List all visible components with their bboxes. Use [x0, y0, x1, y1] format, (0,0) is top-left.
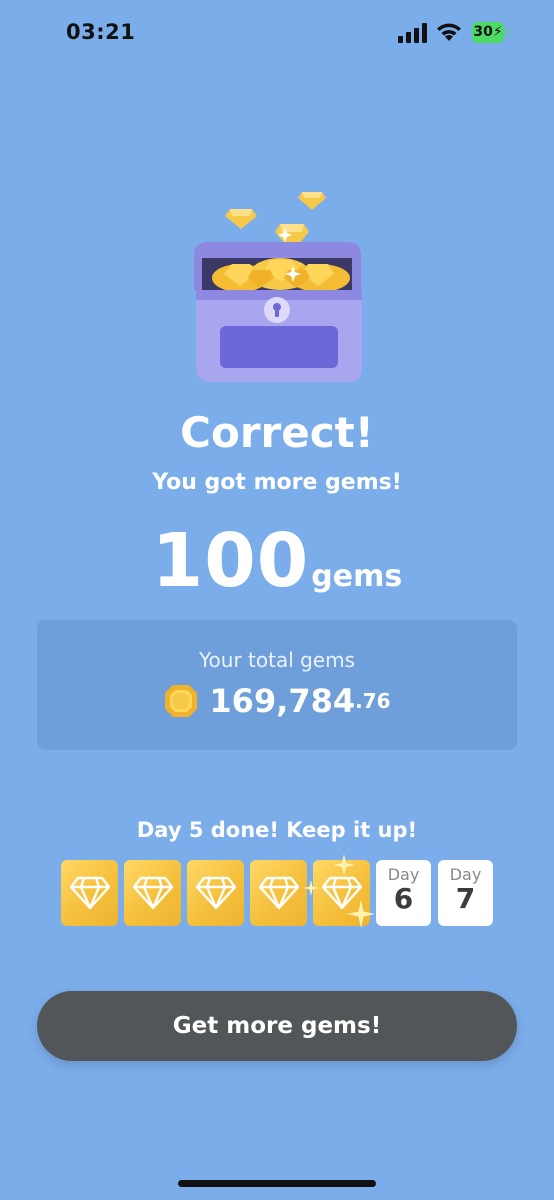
- diamond-icon: [133, 876, 173, 910]
- streak-day-6: Day 6: [376, 860, 431, 926]
- streak-day-7: Day 7: [438, 860, 493, 926]
- sparkle-icon: [347, 900, 375, 928]
- total-gems-main: 169,784: [209, 682, 356, 720]
- floating-gem-icon: [298, 192, 326, 210]
- cellular-signal-icon: [398, 23, 427, 43]
- diamond-icon: [196, 876, 236, 910]
- result-subtitle: You got more gems!: [152, 470, 402, 495]
- wifi-icon: [437, 23, 461, 41]
- battery-level: 30⚡: [472, 22, 504, 43]
- floating-gem-icon: [225, 209, 257, 229]
- battery-charging-icon: 30⚡: [472, 22, 510, 43]
- streak-day-completed: [187, 860, 244, 926]
- total-gems-value: 169,784.76: [37, 682, 517, 720]
- diamond-icon: [259, 876, 299, 910]
- total-gems-decimal: .76: [355, 689, 391, 713]
- treasure-chest-illustration: [194, 192, 362, 382]
- streak-label: Day 5 done! Keep it up!: [136, 818, 418, 842]
- diamond-icon: [70, 876, 110, 910]
- streak-day-completed: [250, 860, 307, 926]
- status-time: 03:21: [66, 20, 136, 44]
- streak-day-completed: [61, 860, 118, 926]
- total-gems-card: Your total gems 169,784.76: [37, 620, 517, 750]
- streak-day-completed: [124, 860, 181, 926]
- result-title: Correct!: [180, 408, 374, 457]
- reward-unit: gems: [311, 559, 403, 594]
- sparkle-icon: [303, 880, 319, 896]
- reward-amount: 100: [151, 518, 310, 604]
- reward-amount-display: 100gems: [0, 518, 554, 604]
- sparkle-icon: [333, 854, 355, 876]
- total-gems-label: Your total gems: [198, 648, 356, 672]
- streak-tracker: Day 6 Day 7: [61, 854, 501, 928]
- status-bar: 03:21 30⚡: [0, 0, 554, 66]
- gem-icon: [165, 685, 198, 717]
- get-more-gems-button[interactable]: Get more gems!: [37, 991, 517, 1061]
- home-indicator: [178, 1180, 376, 1187]
